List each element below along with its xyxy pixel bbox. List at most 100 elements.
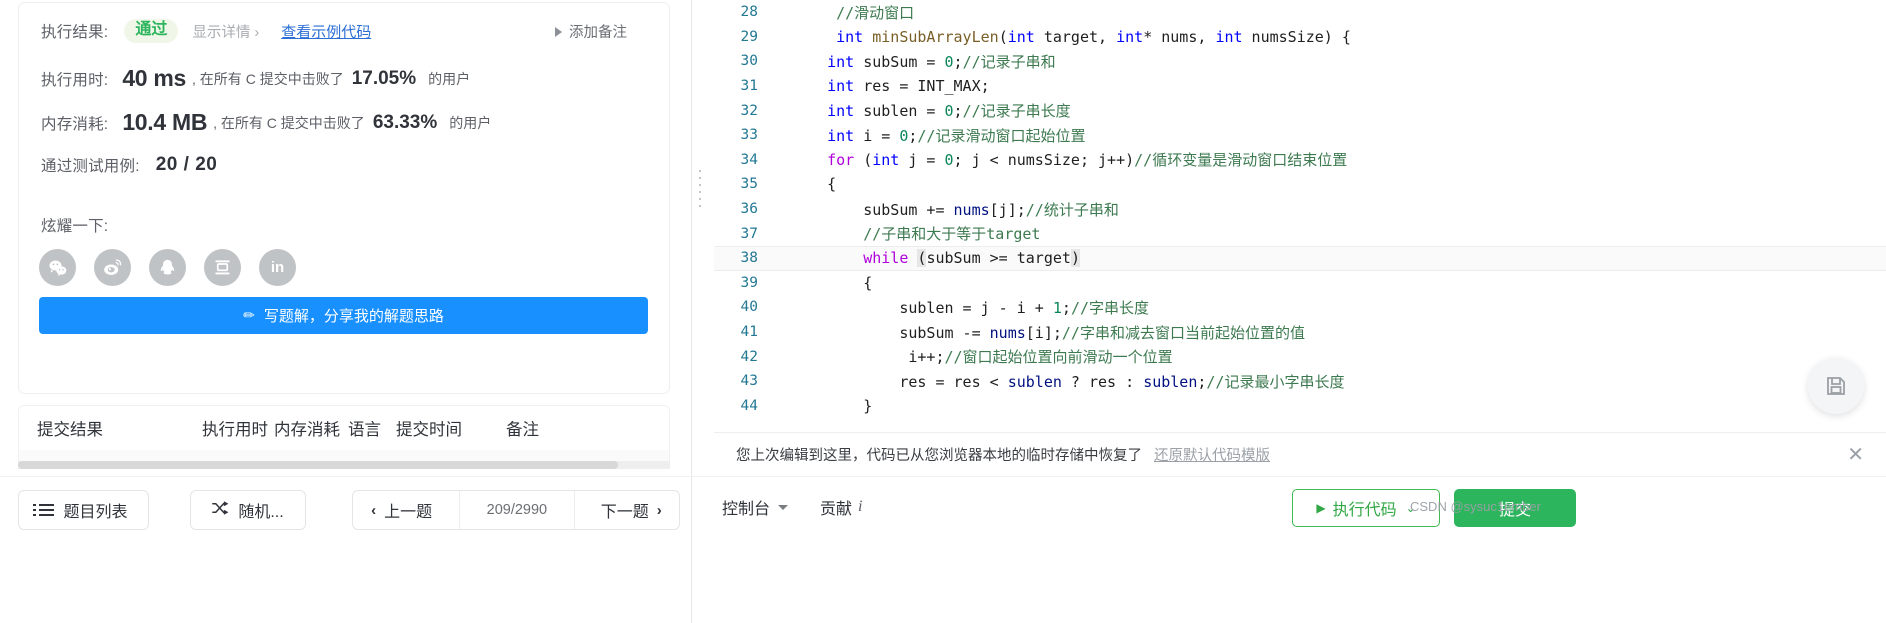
console-label: 控制台 bbox=[722, 501, 771, 518]
random-problem-button[interactable]: 随机... bbox=[190, 490, 306, 530]
code-text: int sublen = 0;//记录子串长度 bbox=[827, 102, 1071, 121]
pencil-icon: ✏ bbox=[243, 307, 255, 323]
column-memory[interactable]: 内存消耗 bbox=[274, 416, 348, 440]
code-text: { bbox=[800, 175, 837, 194]
contribute-button[interactable]: 贡献 i bbox=[820, 495, 862, 519]
column-note[interactable]: 备注 bbox=[506, 416, 539, 440]
code-text: //子串和大于等于target bbox=[863, 225, 1041, 244]
brag-label: 炫耀一下: bbox=[41, 218, 109, 235]
code-line[interactable]: 40 sublen = j - i + 1;//字串长度 bbox=[714, 295, 1886, 320]
problem-counter: 209/2990 bbox=[486, 502, 548, 518]
notice-text: 您上次编辑到这里，代码已从您浏览器本地的临时存储中恢复了 bbox=[736, 448, 1142, 464]
result-card: 执行结果: 通过 显示详情 › 查看示例代码 添加备注 执行用时: 40 ms … bbox=[18, 2, 670, 394]
shuffle-icon bbox=[212, 500, 229, 520]
column-runtime[interactable]: 执行用时 bbox=[202, 416, 274, 440]
linkedin-glyph: in bbox=[270, 259, 285, 276]
runtime-prefix: , 在所有 C 提交中击败了 bbox=[192, 70, 344, 87]
code-line[interactable]: 34 for (int j = 0; j < numsSize; j++)//循… bbox=[714, 148, 1886, 173]
code-line[interactable]: 43 res = res < sublen ? res : sublen;//记… bbox=[714, 369, 1886, 394]
line-number: 43 bbox=[740, 373, 758, 390]
code-text: i++;//窗口起始位置向前滑动一个位置 bbox=[800, 348, 1173, 367]
memory-prefix: , 在所有 C 提交中击败了 bbox=[213, 114, 365, 131]
write-solution-button[interactable]: ✏ 写题解，分享我的解题思路 bbox=[39, 297, 648, 334]
problem-nav-toolbar: 题目列表 随机... ‹ 上一题 209/2990 下一题 › bbox=[0, 476, 690, 623]
chevron-down-icon-run: ⌄ bbox=[1405, 501, 1416, 515]
scrollbar-thumb[interactable] bbox=[18, 461, 618, 469]
column-language[interactable]: 语言 bbox=[348, 416, 396, 440]
code-text: int res = INT_MAX; bbox=[827, 77, 990, 96]
code-line[interactable]: 44 } bbox=[714, 394, 1886, 419]
linkedin-icon[interactable]: in bbox=[259, 249, 296, 286]
result-label: 执行结果: bbox=[41, 24, 109, 41]
contribute-label: 贡献 bbox=[820, 501, 853, 518]
runtime-suffix: 的用户 bbox=[428, 70, 471, 87]
horizontal-scrollbar[interactable] bbox=[18, 461, 670, 469]
column-submit-result[interactable]: 提交结果 bbox=[37, 416, 202, 440]
code-line[interactable]: 36 subSum += nums[j];//统计子串和 bbox=[714, 197, 1886, 222]
restore-default-template-link[interactable]: 还原默认代码模版 bbox=[1154, 444, 1270, 465]
code-line[interactable]: 29 int minSubArrayLen(int target, int* n… bbox=[714, 25, 1886, 50]
line-number: 39 bbox=[740, 274, 758, 291]
console-button[interactable]: 控制台 bbox=[722, 495, 789, 519]
view-sample-code-link[interactable]: 查看示例代码 bbox=[281, 21, 371, 42]
code-line[interactable]: 33 int i = 0;//记录滑动窗口起始位置 bbox=[714, 123, 1886, 148]
code-line[interactable]: 37 //子串和大于等于target bbox=[714, 221, 1886, 246]
write-solution-label: 写题解，分享我的解题思路 bbox=[263, 308, 444, 325]
line-number: 28 bbox=[740, 4, 758, 21]
editor-left-rail bbox=[692, 0, 714, 432]
chevron-left-icon: ‹ bbox=[371, 501, 377, 519]
add-note-label: 添加备注 bbox=[569, 25, 627, 41]
submit-label: 提交 bbox=[1498, 502, 1531, 519]
wechat-icon[interactable] bbox=[39, 249, 76, 286]
show-detail-link[interactable]: 显示详情 › bbox=[192, 21, 259, 42]
run-code-button[interactable]: ▶ 执行代码 ⌄ bbox=[1292, 489, 1440, 527]
line-number: 31 bbox=[740, 78, 758, 95]
testcases-label: 通过测试用例: bbox=[41, 158, 140, 175]
brag-row: 炫耀一下: bbox=[41, 214, 108, 236]
status-badge: 通过 bbox=[124, 19, 179, 43]
code-line[interactable]: 42 i++;//窗口起始位置向前滑动一个位置 bbox=[714, 344, 1886, 369]
code-text: subSum += nums[j];//统计子串和 bbox=[800, 200, 1119, 219]
code-line[interactable]: 38 while (subSum >= target) bbox=[714, 245, 1886, 271]
code-lines-container[interactable]: 28 //滑动窗口 29 int minSubArrayLen(int targe… bbox=[714, 0, 1886, 432]
submit-button[interactable]: 提交 bbox=[1454, 489, 1576, 527]
problem-list-button[interactable]: 题目列表 bbox=[18, 490, 149, 530]
share-icon-row: in bbox=[39, 249, 296, 286]
weibo-icon[interactable] bbox=[94, 249, 131, 286]
code-line[interactable]: 32 int sublen = 0;//记录子串长度 bbox=[714, 98, 1886, 123]
submission-result-panel: 执行结果: 通过 显示详情 › 查看示例代码 添加备注 执行用时: 40 ms … bbox=[0, 0, 690, 623]
memory-value: 10.4 MB bbox=[122, 109, 208, 135]
play-icon: ▶ bbox=[1316, 501, 1326, 515]
line-number: 33 bbox=[740, 127, 758, 144]
next-problem-button[interactable]: 下一题 › bbox=[584, 491, 679, 529]
pager-divider-1 bbox=[459, 491, 461, 529]
line-number: 35 bbox=[740, 176, 758, 193]
column-submit-time[interactable]: 提交时间 bbox=[396, 416, 506, 440]
code-line[interactable]: 35 { bbox=[714, 172, 1886, 197]
code-line[interactable]: 31 int res = INT_MAX; bbox=[714, 74, 1886, 99]
problem-list-label: 题目列表 bbox=[63, 504, 128, 521]
code-line[interactable]: 30 int subSum = 0;//记录子串和 bbox=[714, 49, 1886, 74]
pager-divider-2 bbox=[573, 491, 575, 529]
prev-problem-button[interactable]: ‹ 上一题 bbox=[353, 491, 450, 529]
testcases-value: 20 / 20 bbox=[155, 154, 218, 175]
qq-icon[interactable] bbox=[149, 249, 186, 286]
add-note-button[interactable]: 添加备注 bbox=[555, 21, 627, 42]
code-text: sublen = j - i + 1;//字串长度 bbox=[800, 298, 1149, 317]
code-line[interactable]: 28 //滑动窗口 bbox=[714, 0, 1886, 25]
prev-label: 上一题 bbox=[384, 504, 433, 521]
line-number: 41 bbox=[740, 324, 758, 341]
close-icon[interactable]: ✕ bbox=[1847, 445, 1864, 465]
save-icon-button[interactable] bbox=[1808, 358, 1864, 414]
info-icon: i bbox=[858, 498, 863, 515]
douban-icon[interactable] bbox=[204, 249, 241, 286]
editor-bottom-toolbar: 控制台 贡献 i ▶ 执行代码 ⌄ 提交 CSDN @sysuc1ember bbox=[692, 476, 1886, 623]
runtime-label: 执行用时: bbox=[41, 71, 109, 89]
runtime-percent: 17.05% bbox=[351, 67, 417, 89]
code-line[interactable]: 39 { bbox=[714, 271, 1886, 296]
page-root: 执行结果: 通过 显示详情 › 查看示例代码 添加备注 执行用时: 40 ms … bbox=[0, 0, 1886, 623]
line-number: 30 bbox=[740, 53, 758, 70]
runtime-row: 执行用时: 40 ms , 在所有 C 提交中击败了 17.05% 的用户 bbox=[41, 65, 470, 92]
code-text: res = res < sublen ? res : sublen;//记录最小… bbox=[800, 372, 1345, 391]
code-line[interactable]: 41 subSum -= nums[i];//字串和减去窗口当前起始位置的值 bbox=[714, 320, 1886, 345]
